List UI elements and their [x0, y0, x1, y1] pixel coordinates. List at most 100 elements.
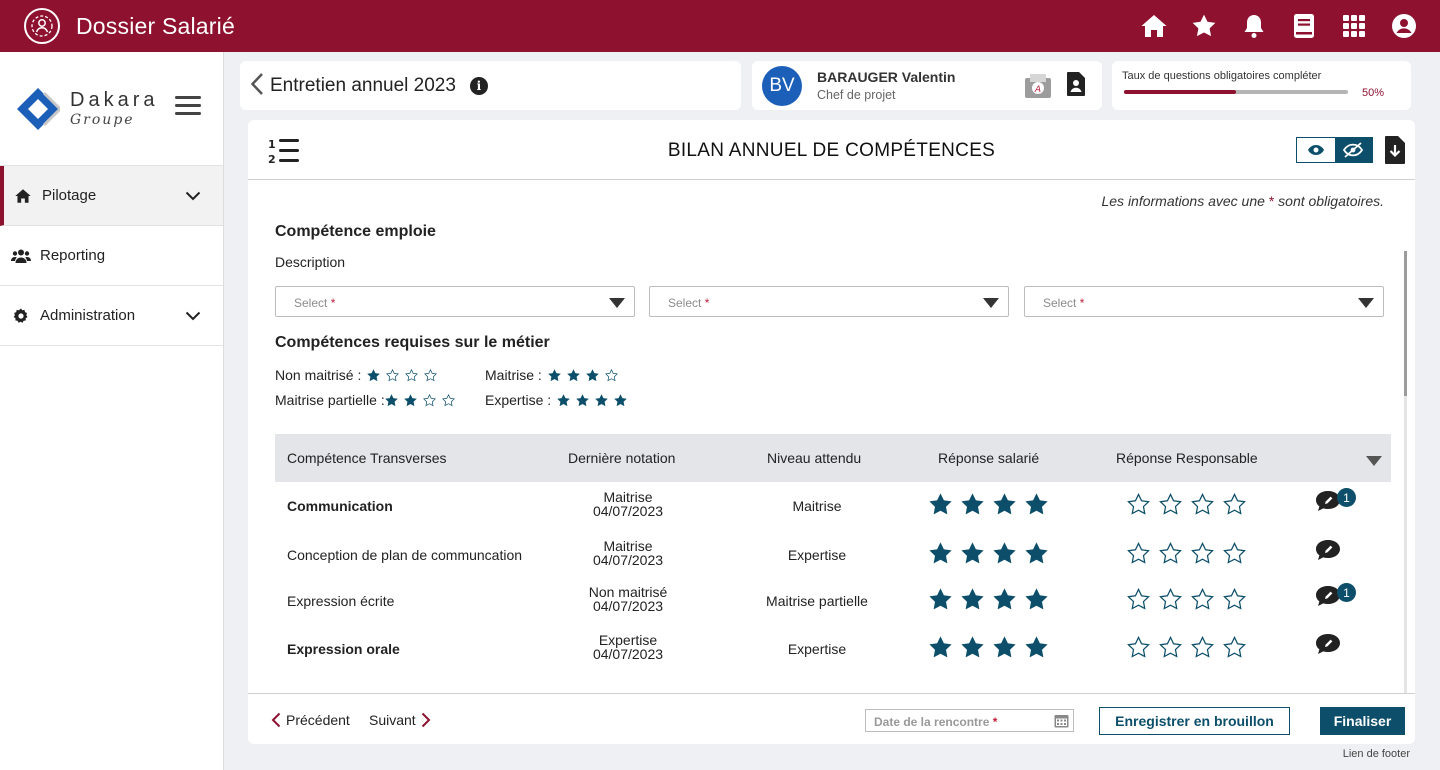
sidebar-item-label: Administration	[40, 307, 136, 324]
next-button[interactable]: Suivant	[369, 712, 431, 728]
progress-value: 50%	[1362, 87, 1385, 99]
progress-bar	[1124, 90, 1348, 94]
star-icon	[929, 493, 952, 515]
section-title-competence-emploie: Compétence emploie	[275, 223, 436, 240]
progress-fill	[1124, 90, 1236, 94]
chevron-down-icon[interactable]	[185, 188, 201, 205]
users-icon	[10, 248, 32, 264]
table-row-expression-orale: Expression orale Expertise 04/07/2023 Exper…	[275, 625, 1391, 673]
progress-label: Taux de questions obligatoires compléter	[1122, 70, 1322, 82]
book-icon[interactable]	[1290, 12, 1318, 40]
hamburger-menu-icon[interactable]	[175, 96, 201, 120]
last-rating: Maitrise 04/07/2023	[592, 489, 664, 519]
footer-link[interactable]: Lien de footer	[1343, 748, 1410, 760]
star-outline-icon[interactable]	[1159, 636, 1182, 659]
star-icon	[961, 493, 984, 515]
chevron-down-icon[interactable]	[185, 308, 201, 325]
eye-icon[interactable]	[1297, 138, 1335, 162]
manager-rating[interactable]	[1127, 588, 1246, 611]
manager-rating[interactable]	[1127, 493, 1246, 516]
legend-maitrise-partielle: Maitrise partielle :	[275, 392, 455, 408]
description-select-3[interactable]: Select *	[1024, 286, 1384, 317]
panel-header: 12 BILAN ANNUEL DE COMPÉTENCES	[248, 120, 1415, 180]
meeting-date-input[interactable]: Date de la rencontre *	[865, 709, 1074, 732]
last-rating: Expertise 04/07/2023	[592, 632, 664, 662]
star-outline-icon[interactable]	[1127, 542, 1150, 565]
employee-rating	[929, 493, 1048, 516]
star-icon	[961, 542, 984, 564]
employee-rating	[929, 542, 1048, 565]
star-icon	[576, 393, 589, 406]
caret-down-icon[interactable]	[1366, 453, 1382, 469]
chevron-left-icon[interactable]	[250, 72, 264, 99]
star-icon	[1025, 636, 1048, 658]
column-header: Réponse Responsable	[1116, 450, 1258, 466]
star-outline-icon[interactable]	[1223, 588, 1246, 611]
star-outline-icon[interactable]	[1223, 493, 1246, 516]
star-icon	[993, 493, 1016, 515]
table-row-expression-ecrite: Expression écrite Non maitrisé 04/07/2023 M…	[275, 577, 1391, 625]
brand-sub: Groupe	[70, 112, 135, 128]
folder-icon[interactable]: A	[1024, 73, 1052, 102]
star-icon	[929, 588, 952, 610]
star-outline-icon[interactable]	[1191, 493, 1214, 516]
star-outline-icon[interactable]	[1191, 542, 1214, 565]
sidebar-item-label: Pilotage	[42, 187, 97, 204]
star-icon	[614, 393, 627, 406]
interview-header: Entretien annuel 2023 i	[240, 61, 741, 110]
apps-grid-icon[interactable]	[1340, 12, 1368, 40]
completion-progress: Taux de questions obligatoires compléter…	[1112, 61, 1411, 110]
expected-level: Maitrise	[792, 498, 842, 514]
previous-button[interactable]: Précédent	[271, 712, 350, 728]
comment-icon[interactable]	[1314, 538, 1342, 565]
manager-rating[interactable]	[1127, 636, 1246, 659]
star-outline-icon	[422, 393, 436, 406]
chevron-left-icon	[271, 712, 281, 728]
comment-icon[interactable]	[1314, 632, 1342, 659]
save-draft-button[interactable]: Enregistrer en brouillon	[1099, 707, 1290, 735]
star-icon[interactable]	[1190, 12, 1218, 40]
manager-rating[interactable]	[1127, 542, 1246, 565]
star-icon	[1025, 588, 1048, 610]
star-outline-icon[interactable]	[1127, 493, 1150, 516]
skills-review-panel: 12 BILAN ANNUEL DE COMPÉTENCES Les infor…	[248, 120, 1415, 744]
user-icon[interactable]	[1390, 12, 1418, 40]
column-header: Compétence Transverses	[287, 450, 447, 466]
eye-slash-icon[interactable]	[1334, 138, 1372, 162]
star-outline-icon[interactable]	[1159, 542, 1182, 565]
finalize-button[interactable]: Finaliser	[1320, 707, 1405, 735]
info-icon[interactable]: i	[469, 76, 488, 95]
bell-icon[interactable]	[1240, 12, 1268, 40]
caret-down-icon	[1357, 296, 1375, 312]
star-outline-icon[interactable]	[1223, 542, 1246, 565]
star-outline-icon[interactable]	[1191, 588, 1214, 611]
competence-name: Communication	[287, 498, 393, 514]
star-icon	[961, 636, 984, 658]
star-outline-icon[interactable]	[1127, 588, 1150, 611]
star-outline-icon[interactable]	[1191, 636, 1214, 659]
star-outline-icon[interactable]	[1223, 636, 1246, 659]
page-title: Entretien annuel 2023	[270, 74, 456, 96]
calendar-icon[interactable]	[1054, 713, 1069, 731]
star-icon	[929, 542, 952, 564]
sidebar-item-reporting[interactable]: Reporting	[0, 226, 223, 286]
brand-name: Dakara	[70, 89, 159, 111]
comment-count-badge: 1	[1337, 583, 1356, 602]
star-icon	[595, 393, 608, 406]
sidebar-item-pilotage[interactable]: Pilotage	[0, 166, 223, 226]
star-icon	[548, 368, 561, 381]
app-title: Dossier Salarié	[76, 12, 235, 39]
description-select-1[interactable]: Select *	[275, 286, 635, 317]
legend-expertise: Expertise :	[485, 392, 627, 408]
profile-document-icon[interactable]	[1066, 71, 1086, 100]
download-file-icon[interactable]	[1384, 135, 1406, 168]
scrollbar[interactable]	[1404, 251, 1407, 693]
home-icon[interactable]	[1140, 12, 1168, 40]
star-outline-icon[interactable]	[1159, 493, 1182, 516]
star-outline-icon[interactable]	[1127, 636, 1150, 659]
visibility-toggle[interactable]	[1296, 137, 1373, 163]
star-outline-icon[interactable]	[1159, 588, 1182, 611]
description-select-2[interactable]: Select *	[649, 286, 1009, 317]
employee-name: BARAUGER Valentin	[817, 69, 956, 85]
sidebar-item-administration[interactable]: Administration	[0, 286, 223, 346]
